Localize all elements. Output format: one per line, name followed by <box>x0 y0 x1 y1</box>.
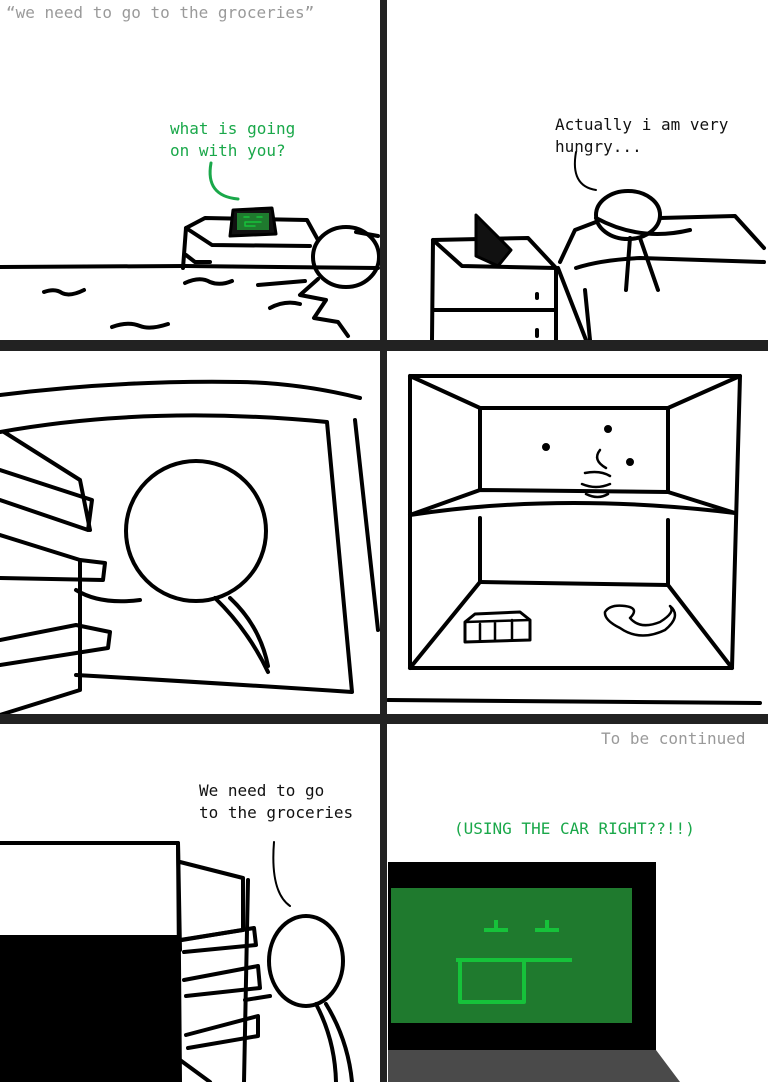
panel-1-caption: “we need to go to the groceries” <box>6 3 315 22</box>
panel-6-caption: To be continued <box>601 729 746 748</box>
panel-1-art <box>0 161 381 338</box>
comic-artwork <box>0 0 768 1082</box>
panel-2-speech: Actually i am very hungry... <box>555 115 729 156</box>
panel-5-art <box>0 841 354 1082</box>
panel-3-art <box>0 379 380 717</box>
comic-page: “we need to go to the groceries” what is… <box>0 0 768 1082</box>
panel-2-art <box>430 151 766 342</box>
panel-5-speech: We need to go to the groceries <box>199 781 354 822</box>
panel-6-art <box>388 862 680 1082</box>
panel-1-speech: what is going on with you? <box>170 119 296 160</box>
panel-6-speech: (USING THE CAR RIGHT??!!) <box>454 819 695 838</box>
panel-4-art <box>386 374 762 705</box>
robot-small-icon <box>228 206 278 238</box>
